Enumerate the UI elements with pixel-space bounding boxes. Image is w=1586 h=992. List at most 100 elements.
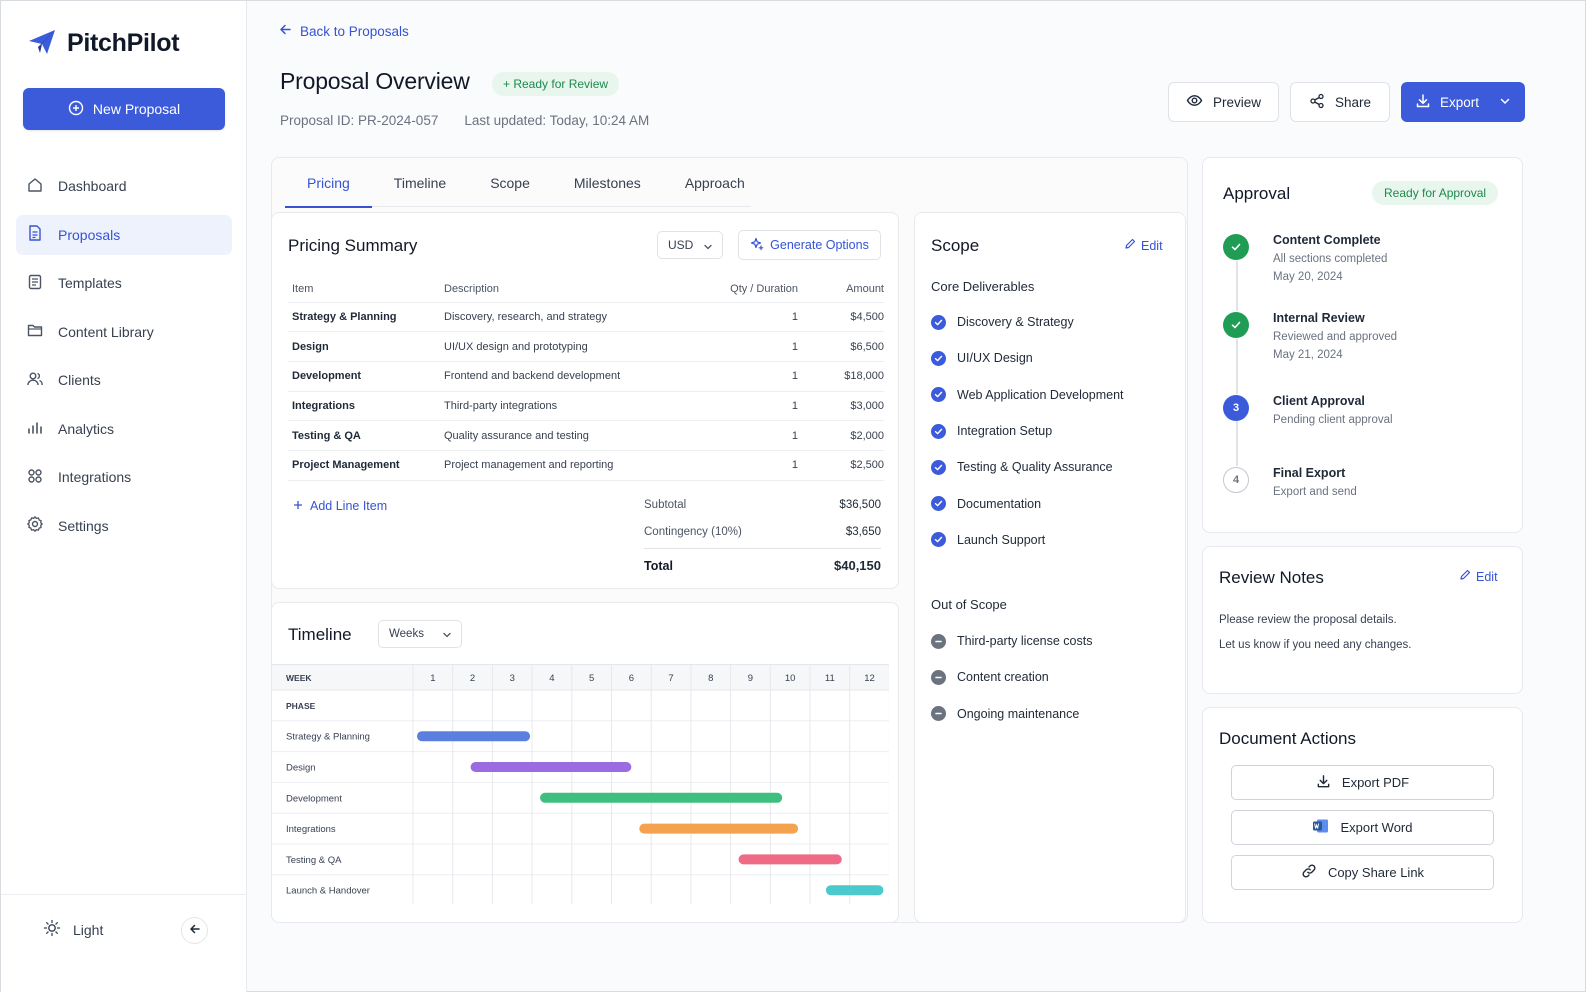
week-tick-label: 3 bbox=[510, 673, 515, 684]
tab-timeline[interactable]: Timeline bbox=[372, 166, 468, 207]
list-item: Testing & Quality Assurance bbox=[931, 449, 1124, 485]
table-row[interactable]: Development Frontend and backend developm… bbox=[288, 361, 884, 392]
sidebar: PitchPilot New Proposal Dashboard Propos… bbox=[1, 1, 247, 992]
scope-panel: Scope Edit Core Deliverables Discovery &… bbox=[914, 212, 1186, 923]
gantt-chart: WEEK 1 2 3 4 5 6 7 8 9 10 11 12PHASEStrategy & Plann… bbox=[272, 664, 889, 904]
tab-milestones[interactable]: Milestones bbox=[552, 166, 663, 207]
edit-label: Edit bbox=[1476, 569, 1498, 584]
export-pdf-button[interactable]: Export PDF bbox=[1231, 765, 1494, 800]
line-items-table: Item Description Qty / Duration Amount S… bbox=[288, 277, 884, 481]
preview-button[interactable]: Preview bbox=[1168, 82, 1279, 122]
item-amount: $4,500 bbox=[798, 302, 884, 333]
check-circle-icon bbox=[931, 423, 946, 439]
back-label: Back to Proposals bbox=[300, 23, 409, 39]
sidebar-item-clients[interactable]: Clients bbox=[16, 360, 232, 400]
week-tick-label: 11 bbox=[825, 673, 835, 684]
export-label: Export bbox=[1440, 94, 1480, 110]
sidebar-item-content-library[interactable]: Content Library bbox=[16, 312, 232, 352]
column-header: Amount bbox=[798, 277, 884, 303]
share-button[interactable]: Share bbox=[1290, 82, 1390, 122]
contingency-value: $3,650 bbox=[845, 525, 881, 538]
step-description: Reviewed and approved bbox=[1273, 331, 1398, 343]
step-date: May 21, 2024 bbox=[1273, 348, 1343, 361]
new-proposal-label: New Proposal bbox=[92, 101, 181, 117]
tab-approach[interactable]: Approach bbox=[663, 166, 767, 207]
list-item-label: Documentation bbox=[957, 496, 1042, 511]
folder-icon bbox=[26, 321, 44, 342]
minus-circle-icon bbox=[931, 706, 946, 722]
table-row[interactable]: Testing & QA Quality assurance and testin… bbox=[288, 420, 884, 451]
sidebar-item-label: Templates bbox=[58, 275, 122, 291]
phase-header: PHASE bbox=[286, 701, 316, 711]
item-qty: 1 bbox=[694, 450, 798, 481]
chevron-down-icon[interactable] bbox=[1499, 95, 1511, 110]
copy-share-link-button[interactable]: Copy Share Link bbox=[1231, 855, 1494, 890]
approval-title: Approval bbox=[1223, 184, 1291, 203]
phase-label: Integrations bbox=[286, 824, 336, 835]
review-notes-title: Review Notes bbox=[1219, 568, 1324, 587]
table-row[interactable]: Strategy & Planning Discovery, research, … bbox=[288, 302, 884, 333]
sidebar-item-templates[interactable]: Templates bbox=[16, 263, 232, 303]
sidebar-item-label: Settings bbox=[58, 517, 109, 534]
list-item: Launch Support bbox=[931, 522, 1124, 558]
week-tick-label: 8 bbox=[708, 673, 713, 684]
gantt-bar bbox=[639, 823, 799, 834]
add-line-item-button[interactable]: Add Line Item bbox=[293, 499, 387, 513]
template-icon bbox=[26, 273, 44, 294]
contingency-row: Contingency (10%) $3,650 bbox=[644, 518, 881, 545]
table-row[interactable]: Design UI/UX design and prototyping 1 $6,50… bbox=[288, 331, 884, 362]
sidebar-item-label: Integrations bbox=[58, 469, 132, 485]
review-notes-text: Please review the proposal details. Let … bbox=[1219, 608, 1411, 658]
total-value: $40,150 bbox=[834, 558, 881, 573]
week-tick-label: 7 bbox=[668, 673, 673, 684]
check-icon bbox=[1223, 312, 1249, 338]
tab-pricing[interactable]: Pricing bbox=[285, 166, 372, 208]
phase-label: Strategy & Planning bbox=[286, 732, 370, 743]
sidebar-item-dashboard[interactable]: Dashboard bbox=[16, 166, 232, 206]
theme-toggle[interactable]: Light bbox=[43, 919, 103, 940]
app-window: PitchPilot New Proposal Dashboard Propos… bbox=[0, 0, 1586, 992]
edit-scope-button[interactable]: Edit bbox=[1124, 238, 1163, 253]
new-proposal-button[interactable]: New Proposal bbox=[23, 88, 225, 130]
check-circle-icon bbox=[931, 459, 946, 475]
table-row[interactable]: Integrations Third-party integrations 1 $3,… bbox=[288, 391, 884, 422]
edit-notes-button[interactable]: Edit bbox=[1459, 569, 1498, 584]
table-row[interactable]: Project Management Project management and… bbox=[288, 450, 884, 481]
users-icon bbox=[26, 370, 44, 391]
currency-select[interactable]: USD bbox=[657, 231, 723, 259]
item-amount: $2,500 bbox=[798, 450, 884, 481]
tab-scope[interactable]: Scope bbox=[468, 166, 552, 207]
sidebar-item-integrations[interactable]: Integrations bbox=[16, 457, 232, 497]
pencil-icon bbox=[1124, 238, 1136, 253]
arrow-left-icon bbox=[189, 923, 201, 938]
share-label: Share bbox=[1334, 94, 1372, 110]
sun-icon bbox=[43, 919, 61, 940]
list-item-label: Launch Support bbox=[957, 532, 1046, 547]
approval-status-badge: Ready for Approval bbox=[1372, 181, 1499, 205]
gantt-header-bg bbox=[272, 664, 889, 690]
back-to-proposals-link[interactable]: Back to Proposals bbox=[279, 23, 409, 39]
minus-circle-icon bbox=[931, 633, 946, 649]
export-word-label: Export Word bbox=[1340, 820, 1413, 835]
note-line: Let us know if you need any changes. bbox=[1219, 639, 1412, 651]
generate-options-button[interactable]: Generate Options bbox=[738, 230, 881, 260]
export-word-button[interactable]: Export Word bbox=[1231, 810, 1494, 845]
week-tick-label: 12 bbox=[864, 673, 875, 684]
sidebar-item-settings[interactable]: Settings bbox=[16, 506, 232, 546]
brand[interactable]: PitchPilot bbox=[27, 27, 180, 60]
sidebar-footer: Light bbox=[1, 894, 247, 992]
collapse-sidebar-button[interactable] bbox=[181, 917, 208, 944]
document-actions-title: Document Actions bbox=[1219, 729, 1357, 748]
gantt-bar bbox=[540, 792, 783, 803]
export-button[interactable]: Export bbox=[1401, 82, 1525, 122]
sidebar-item-proposals[interactable]: Proposals bbox=[16, 214, 232, 255]
step-name: Final Export bbox=[1273, 466, 1346, 480]
review-notes-panel: Review Notes Edit Please review the prop… bbox=[1202, 546, 1523, 694]
total-label: Total bbox=[644, 558, 673, 573]
download-icon bbox=[1415, 93, 1431, 112]
sidebar-item-analytics[interactable]: Analytics bbox=[16, 409, 232, 449]
timeline-unit-select[interactable]: Weeks bbox=[378, 620, 462, 648]
week-tick-label: 1 bbox=[430, 673, 435, 684]
item-name: Integrations bbox=[288, 391, 444, 422]
week-tick-label: 9 bbox=[748, 673, 753, 684]
